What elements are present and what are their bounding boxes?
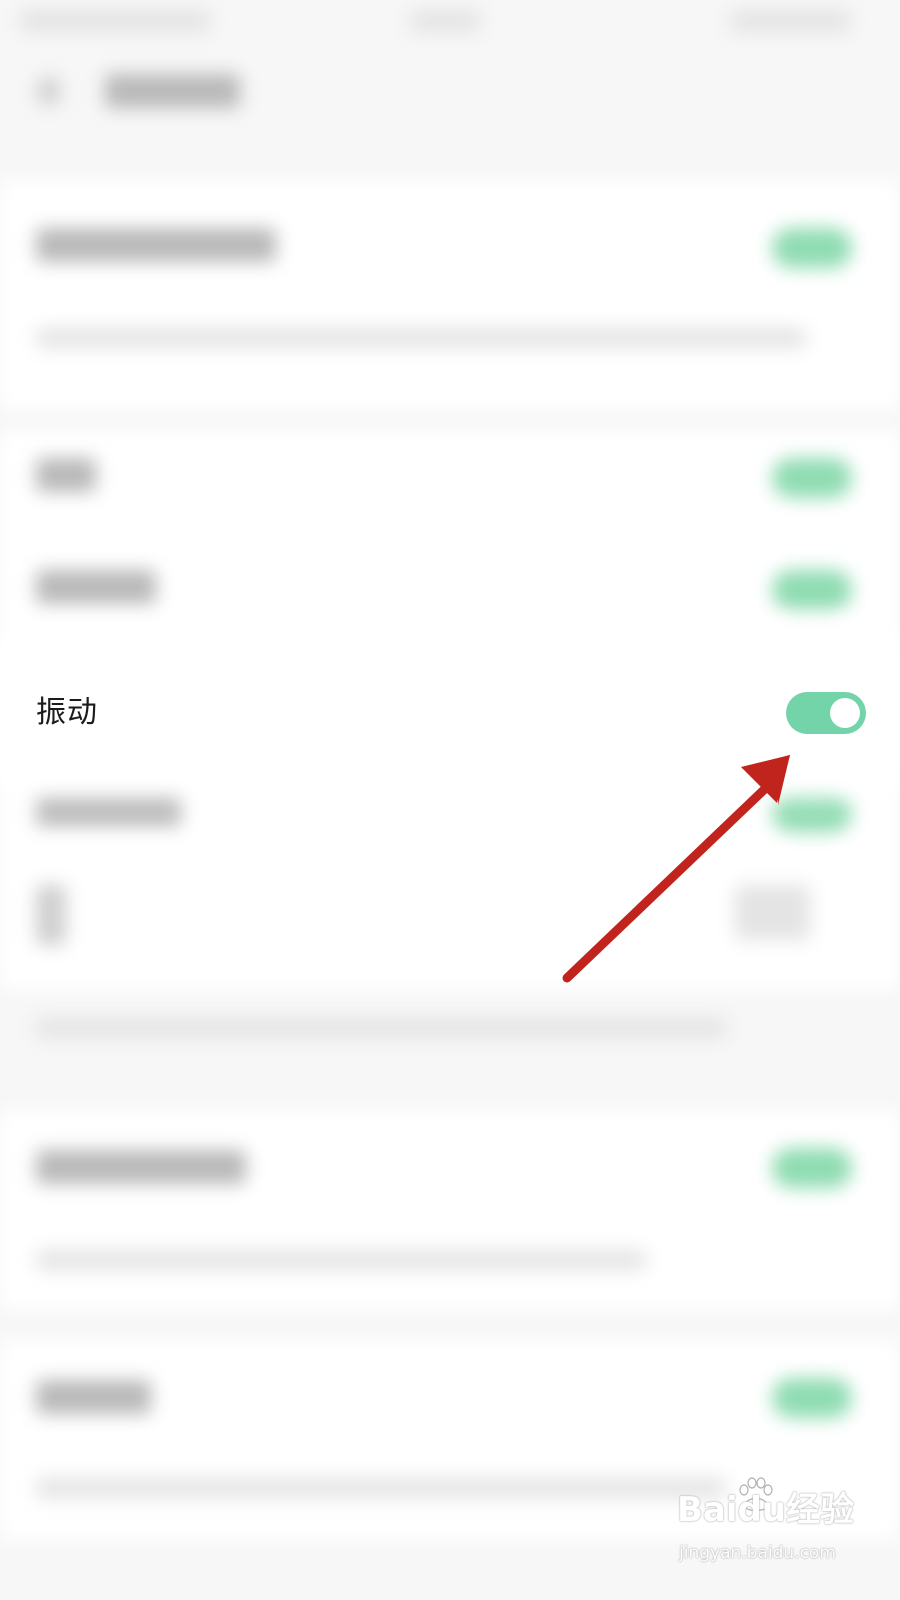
setting-row-title (36, 570, 156, 604)
toggle-knob (830, 698, 860, 728)
settings-section (0, 1110, 900, 1310)
page-title (105, 74, 240, 108)
watermark-url: jingyan.baidu.com (679, 1543, 836, 1563)
setting-row-description (36, 1478, 726, 1498)
setting-row-title (36, 458, 96, 492)
setting-row-description (36, 1250, 646, 1270)
setting-row-description (36, 1018, 726, 1038)
setting-toggle[interactable] (772, 1378, 852, 1418)
setting-toggle[interactable] (772, 570, 852, 610)
blurred-background (0, 0, 900, 1600)
setting-row-title (36, 885, 66, 945)
setting-toggle[interactable] (772, 228, 852, 268)
status-bar-right (730, 10, 850, 32)
watermark-brand: Baidu经验 (677, 1490, 855, 1530)
setting-toggle[interactable] (772, 792, 852, 832)
setting-row-description (36, 328, 806, 348)
status-bar-left (20, 10, 210, 32)
setting-row-vibration (0, 652, 900, 772)
back-icon[interactable] (38, 78, 60, 104)
setting-row-value (735, 885, 810, 940)
setting-row-title (36, 1150, 246, 1184)
watermark: Baidu经验 jingyan.baidu.com (677, 1477, 855, 1572)
setting-toggle[interactable] (772, 458, 852, 498)
status-bar-center (410, 10, 480, 32)
settings-screen: 振动 Baidu经验 jingyan.baidu.com (0, 0, 900, 1600)
vibration-label: 振动 (36, 695, 98, 730)
setting-row-title (36, 792, 181, 826)
setting-row-title (36, 1380, 151, 1414)
setting-toggle[interactable] (772, 1148, 852, 1188)
vibration-toggle[interactable] (786, 692, 866, 734)
settings-section (0, 180, 900, 410)
setting-row-title (36, 228, 276, 262)
